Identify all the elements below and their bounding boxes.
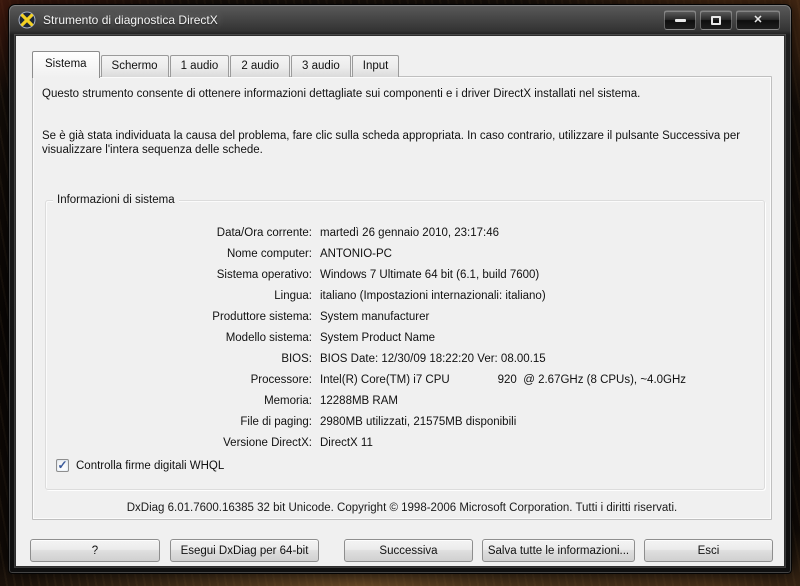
info-row-value: italiano (Impostazioni internazionali: i… [320,286,546,307]
info-row: Versione DirectX: DirectX 11 [48,433,762,454]
minimize-button[interactable] [664,10,696,30]
window-title: Strumento di diagnostica DirectX [43,13,218,27]
info-row-value: martedì 26 gennaio 2010, 23:17:46 [320,223,499,244]
minimize-icon [675,19,686,22]
system-info-rows: Data/Ora corrente: martedì 26 gennaio 201… [48,223,762,454]
info-row: BIOS: BIOS Date: 12/30/09 18:22:20 Ver: 0… [48,349,762,370]
intro-paragraph-1: Questo strumento consente di ottenere in… [42,87,768,101]
whql-checkbox-row[interactable]: ✓ Controlla firme digitali WHQL [56,459,224,472]
info-row-label: Sistema operativo: [48,265,312,286]
tab-page-sistema: Questo strumento consente di ottenere in… [32,76,772,520]
client-area: SistemaSchermo1 audio2 audio3 audioInput… [15,35,785,567]
info-row-label: Data/Ora corrente: [48,223,312,244]
info-row: Memoria: 12288MB RAM [48,391,762,412]
info-row-value: ANTONIO-PC [320,244,392,265]
info-row-value: Windows 7 Ultimate 64 bit (6.1, build 76… [320,265,539,286]
tab-sistema[interactable]: Sistema [32,51,100,78]
checkmark-icon: ✓ [57,459,67,471]
tab-bar: SistemaSchermo1 audio2 audio3 audioInput [32,49,400,77]
info-row-value: System manufacturer [320,307,429,328]
info-row: Nome computer: ANTONIO-PC [48,244,762,265]
info-row: Data/Ora corrente: martedì 26 gennaio 201… [48,223,762,244]
info-row: Processore: Intel(R) Core(TM) i7 CPU 920 … [48,370,762,391]
footer-button-2[interactable]: Esegui DxDiag per 64-bit [170,539,319,562]
tab-1-audio[interactable]: 1 audio [170,55,230,77]
info-row-value: DirectX 11 [320,433,373,454]
dxdiag-app-icon [18,11,36,29]
info-row-label: File di paging: [48,412,312,433]
info-row: File di paging: 2980MB utilizzati, 21575M… [48,412,762,433]
info-row: Produttore sistema: System manufacturer [48,307,762,328]
dxdiag-version-text: DxDiag 6.01.7600.16385 32 bit Unicode. C… [33,502,771,514]
titlebar[interactable]: Strumento di diagnostica DirectX ✕ [9,5,791,35]
whql-checkbox-label: Controlla firme digitali WHQL [76,460,224,472]
info-row-value: 12288MB RAM [320,391,398,412]
info-row-label: Processore: [48,370,312,391]
whql-checkbox[interactable]: ✓ [56,459,69,472]
system-info-groupbox: Informazioni di sistema Data/Ora corrent… [45,200,765,490]
info-row-label: BIOS: [48,349,312,370]
info-row: Lingua: italiano (Impostazioni internazio… [48,286,762,307]
footer-button-1[interactable]: ? [30,539,160,562]
footer-button-5[interactable]: Esci [644,539,773,562]
window-controls: ✕ [664,10,780,30]
info-row: Sistema operativo: Windows 7 Ultimate 64 … [48,265,762,286]
info-row-value: Intel(R) Core(TM) i7 CPU 920 @ 2.67GHz (… [320,370,686,391]
dxdiag-window: Strumento di diagnostica DirectX ✕ Siste… [8,4,792,574]
tab-schermo[interactable]: Schermo [101,55,169,77]
tab-3-audio[interactable]: 3 audio [291,55,351,77]
info-row-label: Memoria: [48,391,312,412]
info-row-label: Modello sistema: [48,328,312,349]
info-row-label: Nome computer: [48,244,312,265]
tab-input[interactable]: Input [352,55,400,77]
info-row-label: Lingua: [48,286,312,307]
info-row-label: Versione DirectX: [48,433,312,454]
maximize-icon [711,16,721,25]
maximize-button[interactable] [700,10,732,30]
info-row: Modello sistema: System Product Name [48,328,762,349]
close-icon: ✕ [753,15,762,26]
close-button[interactable]: ✕ [736,10,780,30]
footer-button-4[interactable]: Salva tutte le informazioni... [482,539,635,562]
tab-2-audio[interactable]: 2 audio [230,55,290,77]
footer-button-3[interactable]: Successiva [344,539,473,562]
info-row-value: 2980MB utilizzati, 21575MB disponibili [320,412,516,433]
intro-paragraph-2: Se è già stata individuata la causa del … [42,129,768,157]
desktop-background: Strumento di diagnostica DirectX ✕ Siste… [0,0,800,586]
system-info-group-title: Informazioni di sistema [53,193,179,207]
info-row-value: BIOS Date: 12/30/09 18:22:20 Ver: 08.00.… [320,349,546,370]
info-row-value: System Product Name [320,328,435,349]
info-row-label: Produttore sistema: [48,307,312,328]
